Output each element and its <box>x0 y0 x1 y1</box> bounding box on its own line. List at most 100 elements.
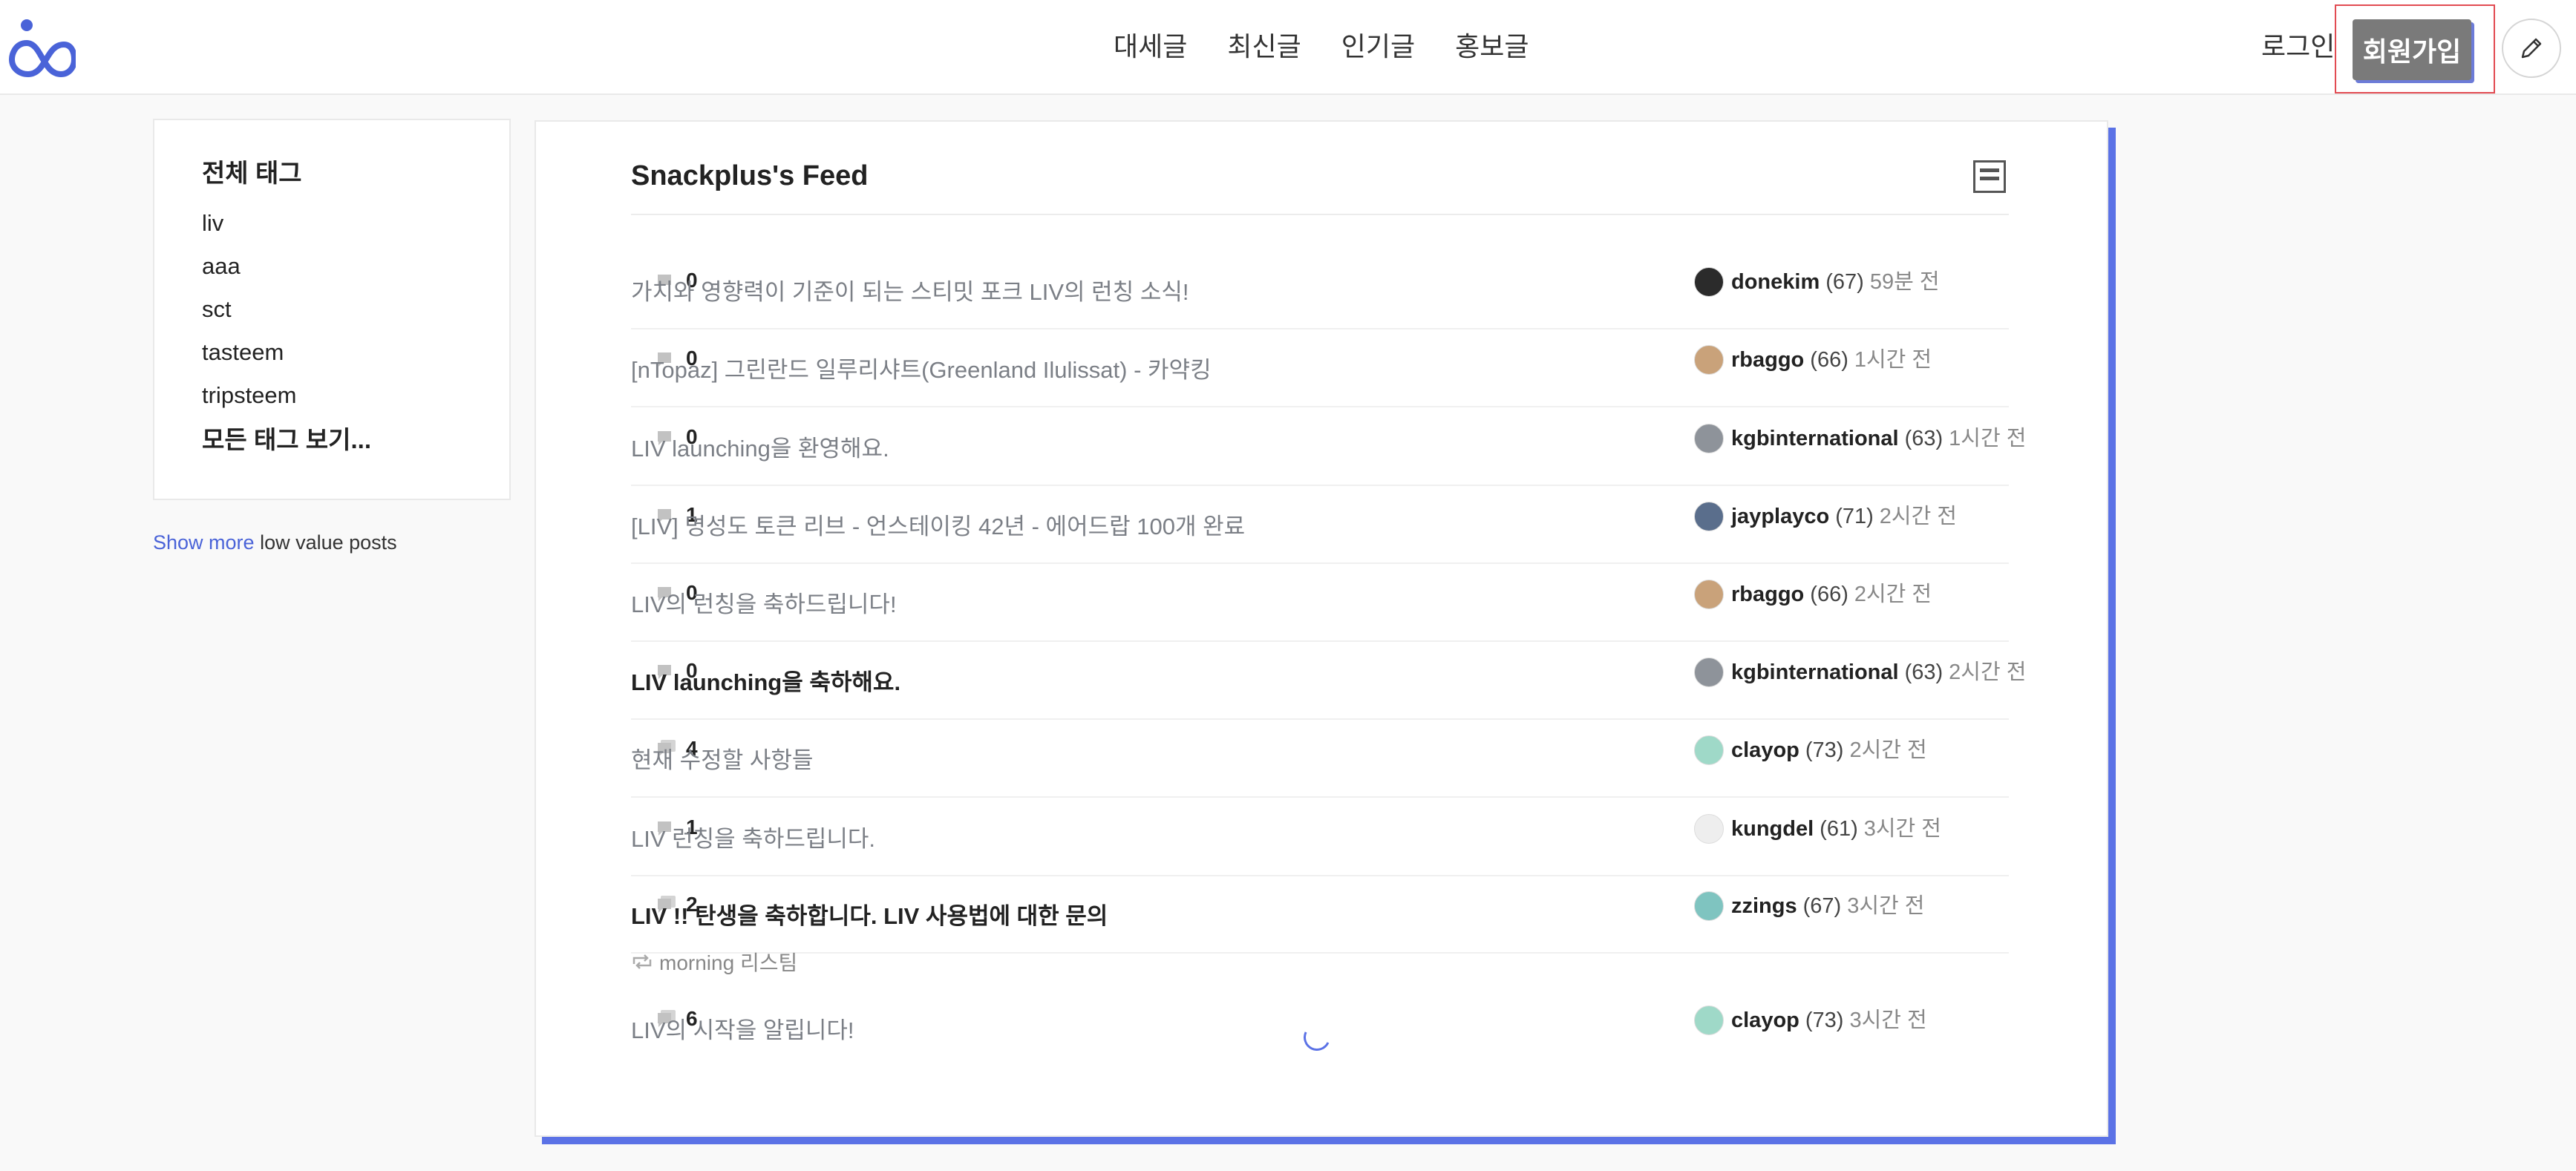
avatar[interactable] <box>1694 502 1724 531</box>
feed-row: LIV launching을 환영해요. 0 kgbinternational (63… <box>631 409 2026 486</box>
avatar[interactable] <box>1694 814 1724 844</box>
author-reputation: (67) <box>1802 894 1842 918</box>
post-author: clayop (73) 2시간 전 <box>1694 734 1927 767</box>
tag-liv[interactable]: liv <box>202 202 509 245</box>
feed-title: Snackplus's Feed <box>631 160 869 191</box>
author-name[interactable]: kungdel <box>1731 813 1814 845</box>
all-tags-link[interactable]: 모든 태그 보기... <box>202 419 509 462</box>
avatar[interactable] <box>1694 580 1724 609</box>
post-title-link[interactable]: [LIV] 명성도 토큰 리브 - 언스테이킹 42년 - 에어드랍 100개 … <box>631 511 1245 543</box>
author-reputation: (66) <box>1810 583 1848 606</box>
logo-icon[interactable] <box>9 18 76 77</box>
post-title-link[interactable]: LIV의 시작을 알립니다! <box>631 1014 854 1047</box>
post-title: LIV 런칭을 축하드립니다. 1 <box>631 811 875 852</box>
signup-highlight: 회원가입 <box>2335 4 2495 94</box>
post-time: 1시간 전 <box>1949 427 2027 450</box>
tag-sct[interactable]: sct <box>202 288 509 331</box>
feed-row: LIV 런칭을 축하드립니다. 1 kungdel (61) 3시간 전 <box>631 799 2009 876</box>
post-title-link[interactable]: LIV launching을 축하해요. <box>631 666 900 699</box>
post-title-link[interactable]: LIV 런칭을 축하드립니다. <box>631 823 875 856</box>
feed-row: [LIV] 명성도 토큰 리브 - 언스테이킹 42년 - 에어드랍 100개 … <box>631 487 2009 564</box>
post-title: LIV !! 탄생을 축하합니다. LIV 사용법에 대한 문의 2 <box>631 888 1108 929</box>
feed-row: LIV !! 탄생을 축하합니다. LIV 사용법에 대한 문의 2 zzings(… <box>631 876 2009 954</box>
post-time: 2시간 전 <box>1949 660 2027 684</box>
post-title-link[interactable]: LIV launching을 환영해요. <box>631 433 889 465</box>
author-reputation: (66) <box>1810 348 1848 372</box>
post-title: LIV launching을 환영해요. 0 <box>631 421 889 462</box>
signup-button[interactable]: 회원가입 <box>2353 19 2471 80</box>
main-nav: 대세글 최신글 인기글 홍보글 <box>1114 28 1529 65</box>
author-reputation: (63) <box>1904 427 1944 450</box>
post-title: LIV launching을 축하해요. 0 <box>631 655 900 695</box>
login-link[interactable]: 로그인 <box>2261 28 2335 65</box>
post-title-link[interactable]: 가치와 영향력이 기준이 되는 스티밋 포크 LIV의 런칭 소식! <box>631 276 1189 309</box>
post-author: kgbinternational (63) 1시간 전 <box>1694 422 2026 455</box>
nav-hot[interactable]: 인기글 <box>1341 28 1415 65</box>
feed-panel: Snackplus's Feed 가치와 영향력이 기준이 되는 스티밋 포크 … <box>535 120 2108 1137</box>
post-author: clayop (73) 3시간 전 <box>1694 1004 1927 1037</box>
avatar[interactable] <box>1694 1006 1724 1035</box>
post-author: jayplayco (71) 2시간 전 <box>1694 500 1957 533</box>
post-author: kgbinternational (63) 2시간 전 <box>1694 656 2026 689</box>
avatar[interactable] <box>1694 424 1724 453</box>
author-name[interactable]: zzings <box>1731 890 1797 922</box>
avatar[interactable] <box>1694 345 1724 375</box>
post-title-link[interactable]: [nTopaz] 그린란드 일루리샤트(Greenland Ilulissat)… <box>631 354 1212 387</box>
avatar[interactable] <box>1694 735 1724 765</box>
show-more-line: Show more low value posts <box>153 531 397 554</box>
post-title-link[interactable]: 현재 수정할 사항들 <box>631 744 813 777</box>
pencil-icon <box>2521 38 2542 59</box>
post-title-link[interactable]: LIV !! 탄생을 축하합니다. LIV 사용법에 대한 문의 <box>631 900 1108 933</box>
post-time: 2시간 전 <box>1879 505 1957 528</box>
author-reputation: (63) <box>1904 660 1944 684</box>
post-time: 2시간 전 <box>1854 583 1932 606</box>
author-name[interactable]: rbaggo <box>1731 578 1804 611</box>
feed-row: [nTopaz] 그린란드 일루리샤트(Greenland Ilulissat)… <box>631 330 2009 407</box>
feed-row: 현재 수정할 사항들 4 clayop (73) 2시간 전 <box>631 721 2009 798</box>
feed-row: LIV launching을 축하해요. 0 kgbinternational (63… <box>631 643 2026 720</box>
nav-new[interactable]: 최신글 <box>1227 28 1301 65</box>
post-time: 1시간 전 <box>1854 348 1932 372</box>
show-more-text: low value posts <box>254 531 397 554</box>
post-time: 3시간 전 <box>1863 817 1941 841</box>
avatar[interactable] <box>1694 267 1724 297</box>
post-title: 가치와 영향력이 기준이 되는 스티밋 포크 LIV의 런칭 소식! 0 <box>631 264 1189 305</box>
post-title-link[interactable]: LIV의 런칭을 축하드립니다! <box>631 588 897 621</box>
author-reputation: (71) <box>1835 505 1874 528</box>
top-header: 대세글 최신글 인기글 홍보글 로그인 회원가입 <box>0 0 2576 95</box>
author-name[interactable]: rbaggo <box>1731 344 1804 376</box>
author-name[interactable]: clayop <box>1731 734 1799 767</box>
author-name[interactable]: kgbinternational <box>1731 656 1899 689</box>
post-title: [nTopaz] 그린란드 일루리샤트(Greenland Ilulissat)… <box>631 342 1212 383</box>
nav-trending[interactable]: 대세글 <box>1114 28 1187 65</box>
author-reputation: (73) <box>1805 738 1844 762</box>
reblog-label: morning 리스팀 <box>659 951 798 974</box>
post-title: LIV의 런칭을 축하드립니다! 0 <box>631 577 897 617</box>
avatar[interactable] <box>1694 891 1724 921</box>
author-reputation: (67) <box>1825 270 1864 294</box>
show-more-link[interactable]: Show more <box>153 531 255 554</box>
feed-row: LIV의 런칭을 축하드립니다! 0 rbaggo (66) 2시간 전 <box>631 565 2009 642</box>
nav-promoted[interactable]: 홍보글 <box>1455 28 1529 65</box>
write-post-button[interactable] <box>2502 19 2561 78</box>
tag-aaa[interactable]: aaa <box>202 245 509 288</box>
author-reputation: (61) <box>1820 817 1858 841</box>
author-name[interactable]: jayplayco <box>1731 500 1829 533</box>
post-author: zzings (67) 3시간 전 <box>1694 890 1924 922</box>
author-name[interactable]: kgbinternational <box>1731 422 1899 455</box>
post-author: rbaggo (66) 1시간 전 <box>1694 344 1932 376</box>
post-author: kungdel (61) 3시간 전 <box>1694 813 1941 845</box>
tag-panel-title: 전체 태그 <box>202 160 302 188</box>
avatar[interactable] <box>1694 657 1724 687</box>
tag-panel: 전체 태그 liv aaa sct tasteem tripsteem 모든 태… <box>153 119 511 500</box>
author-reputation: (73) <box>1805 1008 1844 1032</box>
author-name[interactable]: clayop <box>1731 1004 1799 1037</box>
post-time: 3시간 전 <box>1849 1008 1927 1032</box>
tag-tripsteem[interactable]: tripsteem <box>202 374 509 417</box>
author-name[interactable]: donekim <box>1731 266 1820 298</box>
layout-toggle-icon[interactable] <box>1973 160 2006 193</box>
reblog-line: morning 리스팀 <box>631 947 797 977</box>
tag-tasteem[interactable]: tasteem <box>202 331 509 374</box>
post-title: 현재 수정할 사항들 4 <box>631 732 813 773</box>
post-author: donekim (67) 59분 전 <box>1694 266 1940 298</box>
